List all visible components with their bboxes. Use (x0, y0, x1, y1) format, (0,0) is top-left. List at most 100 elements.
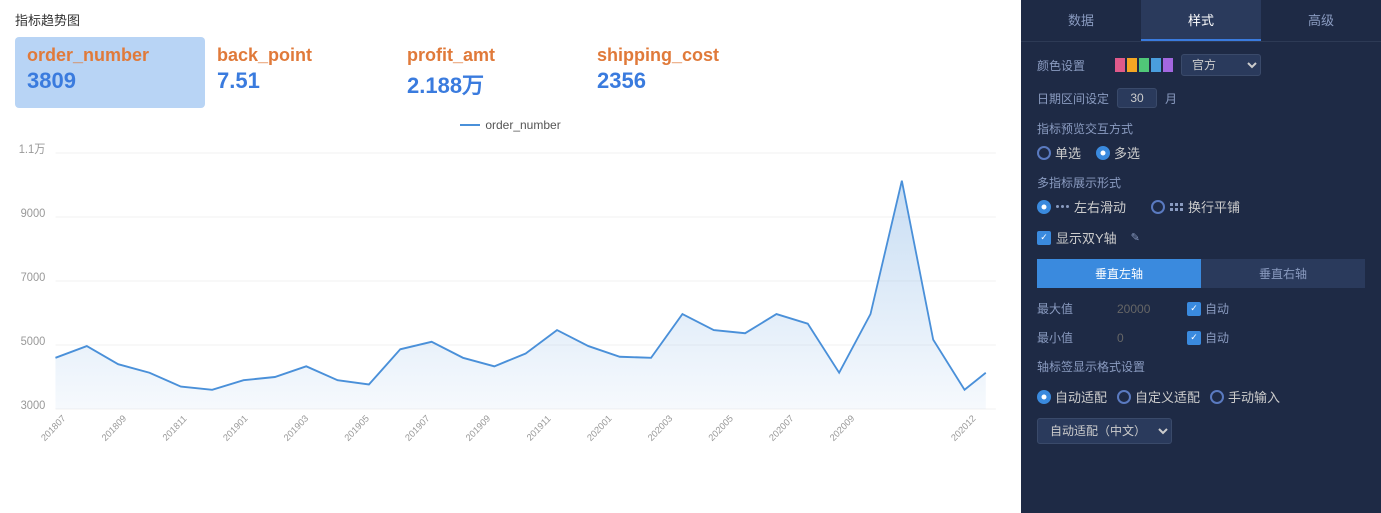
axis-left-button[interactable]: 垂直左轴 (1037, 259, 1201, 288)
adapt-select[interactable]: 自动适配（中文） (1037, 418, 1172, 444)
swatch-1 (1127, 58, 1137, 72)
radio-circle-single (1037, 146, 1051, 160)
metric-name-1: back_point (217, 45, 375, 66)
metric-card-back-point[interactable]: back_point 7.51 (205, 37, 395, 108)
svg-text:5000: 5000 (21, 336, 46, 348)
color-palette (1115, 58, 1173, 72)
metric-value-2: 2.188万 (407, 68, 565, 100)
adapt-dropdown-row: 自动适配（中文） (1037, 418, 1365, 444)
format-auto[interactable]: 自动适配 (1037, 387, 1107, 406)
max-label: 最大值 (1037, 300, 1107, 317)
svg-text:3000: 3000 (21, 400, 46, 412)
color-setting-row: 颜色设置 官方 (1037, 54, 1365, 76)
format-manual-label: 手动输入 (1228, 387, 1280, 406)
edit-icon[interactable]: ✎ (1131, 231, 1140, 244)
interaction-radio-group: 单选 多选 (1037, 143, 1365, 162)
metric-name-0: order_number (27, 45, 185, 66)
svg-text:201911: 201911 (525, 413, 553, 442)
checkbox-box: ✓ (1037, 231, 1051, 245)
tab-advanced[interactable]: 高级 (1261, 0, 1381, 41)
multi-display-section: 多指标展示形式 左右滑动 换行平铺 (1037, 174, 1365, 216)
svg-text:202009: 202009 (828, 413, 856, 443)
tab-style[interactable]: 样式 (1141, 0, 1261, 41)
dual-yaxis-label: 显示双Y轴 (1056, 228, 1117, 247)
svg-text:201905: 201905 (343, 413, 371, 443)
dual-yaxis-row: ✓ 显示双Y轴 ✎ (1037, 228, 1365, 247)
area-fill (55, 181, 985, 409)
radio-scroll (1037, 200, 1051, 214)
multi-display-label: 多指标展示形式 (1037, 174, 1365, 191)
metric-value-1: 7.51 (217, 68, 375, 94)
metric-card-shipping-cost[interactable]: shipping_cost 2356 (585, 37, 775, 108)
settings-body: 颜色设置 官方 日期区间设定 月 指标预览交互方式 (1021, 42, 1381, 456)
metric-value-0: 3809 (27, 68, 185, 94)
tab-data[interactable]: 数据 (1021, 0, 1141, 41)
color-preset-select[interactable]: 官方 (1181, 54, 1261, 76)
svg-text:202005: 202005 (707, 413, 735, 443)
svg-text:202012: 202012 (949, 413, 977, 443)
svg-text:202001: 202001 (585, 413, 613, 443)
svg-text:201903: 201903 (282, 413, 310, 443)
chart-title: 指标趋势图 (15, 10, 1006, 29)
scroll-label: 左右滑动 (1074, 197, 1126, 216)
min-label: 最小值 (1037, 329, 1107, 346)
date-range-input[interactable] (1117, 88, 1157, 108)
format-custom-label: 自定义适配 (1135, 387, 1200, 406)
svg-text:201909: 201909 (464, 413, 492, 443)
svg-text:202007: 202007 (767, 413, 795, 443)
display-scroll[interactable]: 左右滑动 (1037, 197, 1126, 216)
interaction-label: 指标预览交互方式 (1037, 120, 1365, 137)
format-label: 轴标签显示格式设置 (1037, 360, 1145, 374)
format-manual[interactable]: 手动输入 (1210, 387, 1280, 406)
svg-text:201901: 201901 (221, 413, 249, 443)
swatch-4 (1163, 58, 1173, 72)
svg-text:7000: 7000 (21, 272, 46, 284)
max-value-input[interactable] (1117, 302, 1177, 316)
swatch-2 (1139, 58, 1149, 72)
axis-buttons: 垂直左轴 垂直右轴 (1037, 259, 1365, 288)
radio-multi[interactable]: 多选 (1096, 143, 1140, 162)
checkmark-icon: ✓ (1040, 232, 1048, 243)
format-label-row: 轴标签显示格式设置 (1037, 358, 1365, 375)
swatch-3 (1151, 58, 1161, 72)
dual-yaxis-checkbox[interactable]: ✓ 显示双Y轴 (1037, 228, 1117, 247)
metric-name-2: profit_amt (407, 45, 565, 66)
radio-label-single: 单选 (1055, 143, 1081, 162)
min-checkmark: ✓ (1190, 332, 1198, 343)
chart-legend: order_number (15, 118, 1006, 132)
max-value-row: 最大值 ✓ 自动 (1037, 300, 1365, 317)
svg-text:201811: 201811 (161, 413, 189, 442)
axis-right-button[interactable]: 垂直右轴 (1201, 259, 1365, 288)
max-checkmark: ✓ (1190, 303, 1198, 314)
display-wrap[interactable]: 换行平铺 (1151, 197, 1240, 216)
color-label: 颜色设置 (1037, 57, 1107, 74)
metric-value-3: 2356 (597, 68, 755, 94)
legend-label: order_number (485, 118, 560, 132)
format-radio-manual (1210, 390, 1224, 404)
min-checkbox: ✓ (1187, 331, 1201, 345)
interaction-section: 指标预览交互方式 单选 多选 (1037, 120, 1365, 162)
min-auto-check[interactable]: ✓ 自动 (1187, 329, 1229, 346)
format-radio-custom (1117, 390, 1131, 404)
date-range-label: 日期区间设定 (1037, 90, 1109, 107)
radio-single[interactable]: 单选 (1037, 143, 1081, 162)
date-range-row: 日期区间设定 月 (1037, 88, 1365, 108)
metric-name-3: shipping_cost (597, 45, 755, 66)
min-value-input[interactable] (1117, 331, 1177, 345)
settings-panel: 数据 样式 高级 颜色设置 官方 日期区间设定 月 指标预览 (1021, 0, 1381, 513)
radio-circle-multi (1096, 146, 1110, 160)
svg-text:201809: 201809 (100, 413, 128, 443)
display-options-group: 左右滑动 换行平铺 (1037, 197, 1365, 216)
date-range-unit: 月 (1165, 90, 1177, 107)
format-radio-auto (1037, 390, 1051, 404)
max-auto-check[interactable]: ✓ 自动 (1187, 300, 1229, 317)
svg-text:202003: 202003 (646, 413, 674, 443)
format-auto-label: 自动适配 (1055, 387, 1107, 406)
legend-line-icon (460, 124, 480, 126)
format-custom[interactable]: 自定义适配 (1117, 387, 1200, 406)
metric-card-order-number[interactable]: order_number 3809 (15, 37, 205, 108)
radio-label-multi: 多选 (1114, 143, 1140, 162)
metric-card-profit-amt[interactable]: profit_amt 2.188万 (395, 37, 585, 108)
wrap-label: 换行平铺 (1188, 197, 1240, 216)
svg-text:201907: 201907 (403, 413, 431, 443)
